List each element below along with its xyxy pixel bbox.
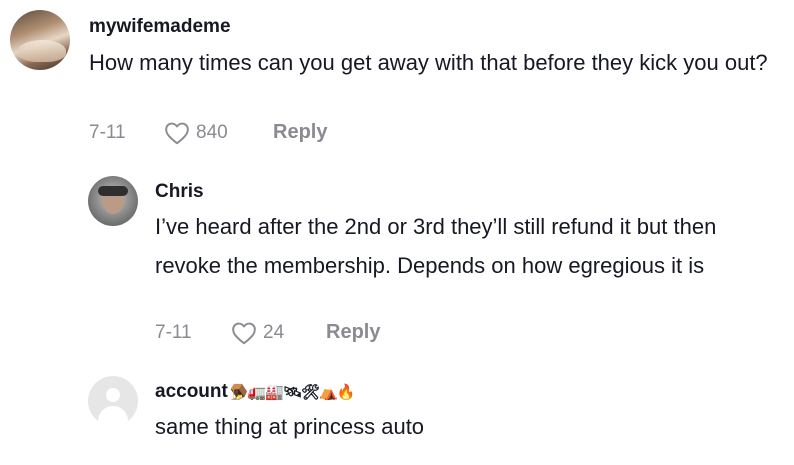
like-count: 24 — [263, 322, 285, 343]
comment-date: 7-11 — [155, 322, 192, 343]
comment-username[interactable]: account 🪤🚛🏭🛰🛠⛺🔥 — [155, 381, 355, 403]
comment-text: How many times can you get away with tha… — [89, 50, 768, 75]
comment-text: same thing at princess auto — [155, 414, 425, 439]
like-count: 840 — [196, 122, 228, 143]
heart-outline-icon — [231, 321, 257, 345]
comment-username[interactable]: mywifemademe — [89, 16, 231, 38]
heart-outline-icon — [164, 121, 190, 145]
like-button[interactable]: 24 — [231, 321, 284, 345]
comment-date: 7-11 — [89, 122, 126, 143]
avatar[interactable] — [10, 10, 70, 70]
comment-text: I’ve heard after the 2nd or 3rd they’ll … — [155, 214, 717, 278]
reply-button[interactable]: Reply — [326, 321, 380, 344]
username-emoji: 🪤🚛🏭🛰🛠⛺🔥 — [229, 384, 355, 401]
username-text: account — [155, 381, 228, 402]
default-avatar-icon[interactable] — [88, 376, 138, 426]
like-button[interactable]: 840 — [164, 121, 228, 145]
comment-username[interactable]: Chris — [155, 181, 204, 203]
avatar[interactable] — [88, 176, 138, 226]
reply-button[interactable]: Reply — [273, 121, 327, 144]
